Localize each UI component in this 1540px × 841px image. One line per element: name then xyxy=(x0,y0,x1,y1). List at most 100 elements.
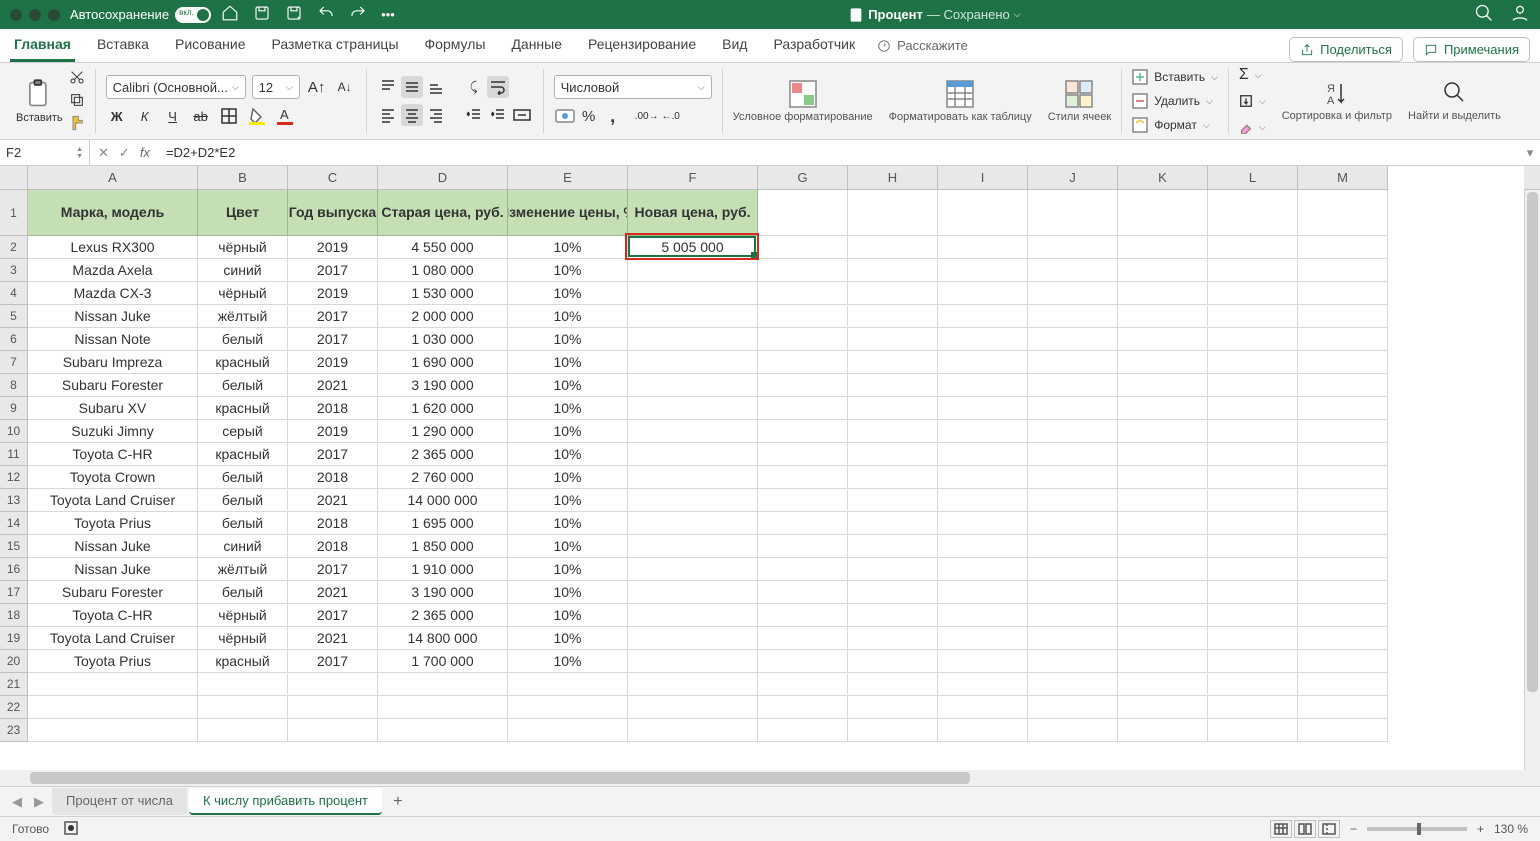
cell[interactable] xyxy=(508,673,628,696)
cell[interactable]: Цвет xyxy=(198,190,288,236)
italic-button[interactable]: К xyxy=(134,105,156,127)
percent-icon[interactable]: % xyxy=(578,105,600,127)
cell[interactable] xyxy=(1208,420,1298,443)
cell[interactable] xyxy=(508,719,628,742)
horizontal-scrollbar[interactable] xyxy=(28,770,1524,786)
cell[interactable]: 2019 xyxy=(288,282,378,305)
cell[interactable]: белый xyxy=(198,489,288,512)
row-header[interactable]: 16 xyxy=(0,558,28,581)
cell[interactable]: 10% xyxy=(508,420,628,443)
cell[interactable]: белый xyxy=(198,581,288,604)
copy-icon[interactable] xyxy=(69,92,85,111)
cell[interactable] xyxy=(848,719,938,742)
cell[interactable]: 1 030 000 xyxy=(378,328,508,351)
cell[interactable]: Mazda Axela xyxy=(28,259,198,282)
cell[interactable] xyxy=(1028,489,1118,512)
cell[interactable] xyxy=(378,719,508,742)
cell[interactable]: 2019 xyxy=(288,351,378,374)
cell[interactable] xyxy=(758,604,848,627)
row-header[interactable]: 6 xyxy=(0,328,28,351)
cell[interactable]: 2019 xyxy=(288,236,378,259)
cell[interactable] xyxy=(628,650,758,673)
font-size-select[interactable]: 12⌵ xyxy=(252,75,300,99)
cell[interactable] xyxy=(938,282,1028,305)
cell[interactable] xyxy=(1208,190,1298,236)
cell[interactable] xyxy=(1118,420,1208,443)
cell[interactable] xyxy=(1118,581,1208,604)
vertical-scrollbar[interactable] xyxy=(1524,190,1540,770)
cell[interactable]: Toyota Land Cruiser xyxy=(28,627,198,650)
font-name-select[interactable]: Calibri (Основной...⌵ xyxy=(106,75,246,99)
cell[interactable] xyxy=(1298,466,1388,489)
cell[interactable] xyxy=(1208,696,1298,719)
cell[interactable] xyxy=(1298,489,1388,512)
cell[interactable] xyxy=(1028,466,1118,489)
cell[interactable] xyxy=(198,719,288,742)
cell[interactable] xyxy=(628,581,758,604)
cell[interactable] xyxy=(938,351,1028,374)
cell[interactable]: 2017 xyxy=(288,604,378,627)
cell[interactable]: Nissan Note xyxy=(28,328,198,351)
cell[interactable] xyxy=(1298,719,1388,742)
cell[interactable] xyxy=(1208,581,1298,604)
formula-input[interactable]: =D2+D2*E2 xyxy=(158,145,1520,160)
cell[interactable] xyxy=(848,627,938,650)
autosave-switch[interactable]: вкл. xyxy=(175,7,211,23)
cell[interactable]: Suzuki Jimny xyxy=(28,420,198,443)
cell[interactable] xyxy=(1028,604,1118,627)
tab-Рисование[interactable]: Рисование xyxy=(171,29,250,62)
cell[interactable] xyxy=(198,673,288,696)
cell[interactable] xyxy=(758,650,848,673)
cell[interactable] xyxy=(1118,604,1208,627)
name-box[interactable]: F2▲▼ xyxy=(0,140,90,165)
cell[interactable] xyxy=(848,305,938,328)
orientation-icon[interactable]: ⤹ xyxy=(463,76,485,98)
cell[interactable] xyxy=(1208,558,1298,581)
cell[interactable] xyxy=(1118,282,1208,305)
cell[interactable]: 1 850 000 xyxy=(378,535,508,558)
strike-button[interactable]: ab xyxy=(190,105,212,127)
row-header[interactable]: 12 xyxy=(0,466,28,489)
insert-cells-button[interactable]: Вставить⌵ xyxy=(1132,67,1218,87)
cell[interactable]: красный xyxy=(198,397,288,420)
cell[interactable] xyxy=(1208,282,1298,305)
cell[interactable]: красный xyxy=(198,650,288,673)
clear-button[interactable]: ⌵ xyxy=(1239,117,1266,137)
col-header-M[interactable]: M xyxy=(1298,166,1388,190)
row-header[interactable]: 3 xyxy=(0,259,28,282)
cell[interactable]: 10% xyxy=(508,489,628,512)
cell[interactable] xyxy=(628,305,758,328)
cell[interactable] xyxy=(628,719,758,742)
col-header-I[interactable]: I xyxy=(938,166,1028,190)
delete-cells-button[interactable]: Удалить⌵ xyxy=(1132,91,1213,111)
cell[interactable] xyxy=(758,351,848,374)
cell[interactable] xyxy=(628,397,758,420)
row-header[interactable]: 11 xyxy=(0,443,28,466)
account-icon[interactable] xyxy=(1510,3,1530,26)
cell[interactable] xyxy=(1118,650,1208,673)
cell[interactable] xyxy=(28,696,198,719)
cells-area[interactable]: Марка, модельЦветГод выпускаСтарая цена,… xyxy=(28,190,1524,770)
cell[interactable]: 2017 xyxy=(288,259,378,282)
find-select-button[interactable]: Найти и выделить xyxy=(1408,80,1501,122)
cell[interactable] xyxy=(938,328,1028,351)
cell[interactable]: 1 690 000 xyxy=(378,351,508,374)
cell[interactable] xyxy=(1208,466,1298,489)
cell[interactable] xyxy=(1298,650,1388,673)
cell[interactable] xyxy=(1208,650,1298,673)
cell[interactable] xyxy=(938,719,1028,742)
cell[interactable] xyxy=(628,696,758,719)
cell[interactable]: 1 910 000 xyxy=(378,558,508,581)
cell[interactable] xyxy=(758,489,848,512)
cell[interactable] xyxy=(938,259,1028,282)
cell[interactable]: белый xyxy=(198,466,288,489)
cell[interactable]: 10% xyxy=(508,259,628,282)
cell[interactable] xyxy=(1028,374,1118,397)
cell[interactable]: синий xyxy=(198,259,288,282)
cell[interactable] xyxy=(1028,719,1118,742)
cell[interactable] xyxy=(1208,489,1298,512)
cell[interactable] xyxy=(1028,397,1118,420)
cell[interactable] xyxy=(288,673,378,696)
cell[interactable]: 10% xyxy=(508,282,628,305)
cell[interactable]: 2 760 000 xyxy=(378,466,508,489)
